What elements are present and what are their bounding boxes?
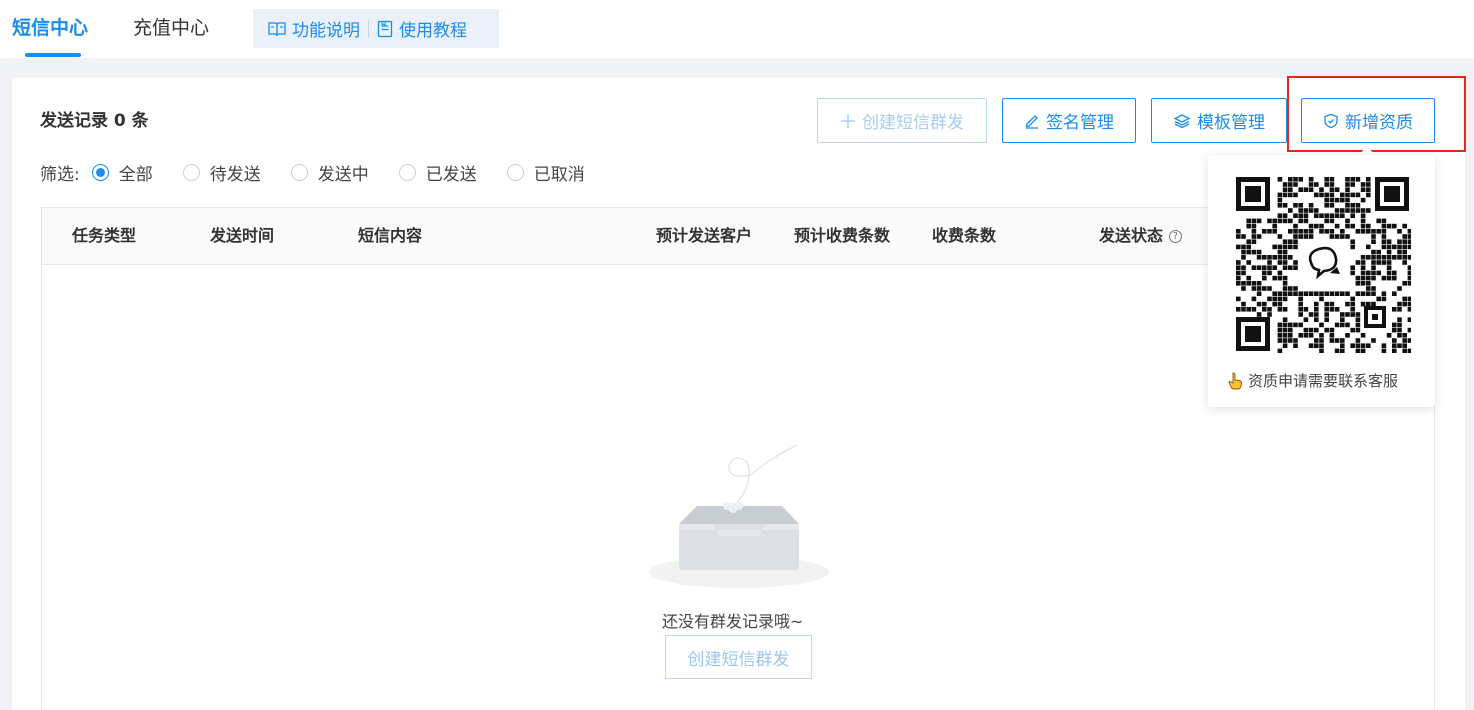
document-icon [377, 20, 393, 37]
template-manage-label: 模板管理 [1197, 113, 1265, 133]
column-header-send-time: 发送时间 [210, 226, 275, 245]
help-links: 功能说明 使用教程 [253, 9, 499, 48]
book-icon [268, 21, 286, 36]
radio-button[interactable] [506, 163, 524, 181]
help-icon[interactable]: ? [1169, 230, 1183, 243]
pointing-hand-icon [1228, 372, 1243, 390]
signature-manage-label: 签名管理 [1046, 113, 1114, 133]
radio-button[interactable] [91, 163, 109, 181]
active-tab-indicator [25, 53, 81, 57]
column-header-send-status-label: 发送状态 [1099, 226, 1164, 245]
wechat-qr-code [1234, 175, 1411, 353]
template-manage-button[interactable]: 模板管理 [1151, 98, 1287, 143]
filter-label: 筛选: [40, 164, 80, 185]
column-header-send-status: 发送状态? [1099, 224, 1183, 248]
column-header-sms-content: 短信内容 [358, 226, 423, 245]
filter-option-label: 全部 [118, 164, 153, 185]
radio-button[interactable] [290, 163, 308, 181]
tutorial-label: 使用教程 [399, 21, 467, 41]
column-header-estimated-billed: 预计收费条数 [794, 226, 891, 245]
top-nav: 短信中心 充值中心 功能说明 使用教程 [0, 0, 1474, 58]
filter-option-cancelled[interactable]: 已取消 [506, 160, 585, 185]
filter-option-sending[interactable]: 发送中 [290, 160, 369, 185]
status-filter: 筛选: 全部 待发送 发送中 已发送 已取消 [40, 159, 615, 185]
feature-desc-label: 功能说明 [292, 21, 360, 41]
column-header-task-type: 任务类型 [72, 226, 137, 245]
empty-box-illustration [649, 444, 829, 588]
tutorial-link[interactable]: 使用教程 [377, 9, 467, 48]
records-count-title: 发送记录 0 条 [40, 111, 149, 131]
filter-option-label: 已发送 [425, 164, 477, 185]
tab-recharge-center[interactable]: 充值中心 [133, 14, 209, 42]
empty-state-text: 还没有群发记录哦~ [662, 612, 804, 631]
tab-sms-center[interactable]: 短信中心 [12, 14, 88, 42]
column-header-billed-count: 收费条数 [932, 226, 997, 245]
popover-hint: 资质申请需要联系客服 [1228, 370, 1398, 392]
create-group-sms-label: 创建短信群发 [862, 113, 964, 133]
edit-icon [1025, 114, 1038, 129]
filter-option-label: 待发送 [209, 164, 261, 185]
filter-option-label: 发送中 [317, 164, 369, 185]
create-group-sms-button[interactable]: 创建短信群发 [817, 98, 987, 143]
filter-option-sent[interactable]: 已发送 [398, 160, 477, 185]
customer-service-popover: 资质申请需要联系客服 [1208, 155, 1435, 407]
filter-option-pending[interactable]: 待发送 [182, 160, 261, 185]
filter-option-label: 已取消 [533, 164, 585, 185]
plus-icon [841, 113, 855, 128]
popover-hint-text: 资质申请需要联系客服 [1248, 372, 1399, 390]
radio-button[interactable] [398, 163, 416, 181]
highlight-annotation [1287, 76, 1466, 152]
radio-button[interactable] [182, 163, 200, 181]
divider [368, 19, 369, 38]
layers-icon [1173, 113, 1191, 128]
filter-option-all[interactable]: 全部 [91, 160, 153, 185]
column-header-estimated-customers: 预计发送客户 [656, 226, 753, 245]
signature-manage-button[interactable]: 签名管理 [1002, 98, 1136, 143]
feature-desc-link[interactable]: 功能说明 [253, 9, 360, 48]
create-group-sms-empty-button[interactable]: 创建短信群发 [665, 635, 812, 679]
